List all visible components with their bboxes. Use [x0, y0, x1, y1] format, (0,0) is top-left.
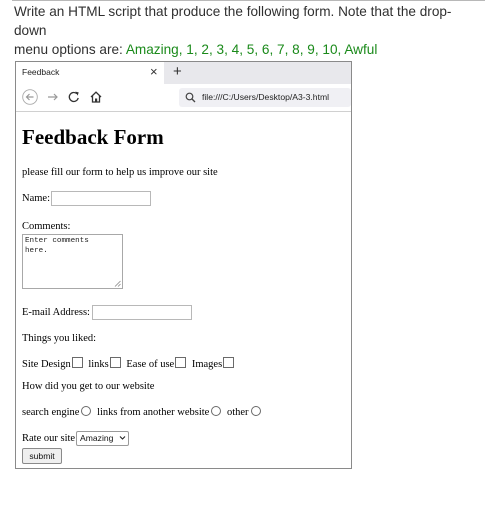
tab-bar: Feedback × + [16, 62, 351, 84]
comments-label: Comments: [22, 221, 71, 232]
rate-label: Rate our site: [22, 433, 78, 444]
top-divider [12, 0, 485, 1]
option-10: 10 [322, 42, 338, 57]
email-input[interactable] [92, 305, 192, 320]
option-amazing: Amazing [125, 42, 179, 57]
intro-text: please fill our form to help us improve … [22, 167, 218, 178]
liked-ease-of-use-label: Ease of use [126, 359, 175, 370]
page-title: Feedback Form [22, 125, 164, 149]
rate-select[interactable]: Amazing [76, 431, 129, 446]
ease-of-use-checkbox[interactable] [175, 357, 187, 368]
reload-icon[interactable] [66, 89, 82, 105]
email-label: E-mail Address: [22, 307, 90, 318]
liked-site-design-label: Site Design [22, 359, 71, 370]
option-3: 3 [216, 42, 225, 57]
links-checkbox[interactable] [109, 357, 121, 368]
site-design-checkbox[interactable] [71, 357, 83, 368]
page-content: Feedback Form please fill our form to he… [16, 112, 351, 468]
liked-links-label: links [88, 359, 109, 370]
new-tab-icon[interactable]: + [173, 63, 182, 81]
option-7: 7 [277, 42, 285, 57]
option-list: Amazing, 1, 2, 3, 4, 5, 6, 7, 8, 9, 10, … [125, 42, 378, 57]
option-awful: Awful [344, 42, 378, 57]
navigation-bar: file:///C:/Users/Desktop/A3-3.html [16, 84, 351, 112]
option-5: 5 [246, 42, 255, 57]
back-icon[interactable] [22, 89, 38, 105]
chevron-down-icon [119, 436, 126, 440]
option-9: 9 [307, 42, 315, 57]
links-radio[interactable] [211, 406, 222, 416]
how-search-engine-label: search engine [22, 407, 80, 418]
liked-label: Things you liked: [22, 333, 97, 344]
how-other-label: other [226, 407, 249, 418]
name-label: Name: [22, 193, 50, 204]
search-engine-radio[interactable] [81, 406, 92, 416]
home-icon[interactable] [88, 89, 104, 105]
comments-text: Enter comments here. [25, 237, 89, 255]
other-radio[interactable] [250, 406, 261, 416]
instruction-line-2: menu options are: Amazing, 1, 2, 3, 4, 5… [14, 40, 479, 59]
rate-value: Amazing [80, 433, 114, 443]
option-1: 1 [186, 42, 194, 57]
images-checkbox[interactable] [223, 357, 235, 368]
instruction-line-1: Write an HTML script that produce the fo… [14, 4, 452, 38]
name-input[interactable] [51, 191, 151, 206]
option-4: 4 [231, 42, 240, 57]
instruction-prefix: menu options are: [14, 42, 126, 57]
option-2: 2 [201, 42, 209, 57]
how-label: How did you get to our website [22, 381, 155, 392]
instruction-text: Write an HTML script that produce the fo… [14, 2, 479, 59]
how-options: search engine links from another website… [22, 406, 264, 418]
tab-feedback[interactable]: Feedback × [16, 62, 164, 84]
option-8: 8 [292, 42, 300, 57]
how-links-label: links from another website [97, 407, 210, 418]
forward-icon[interactable] [45, 89, 61, 105]
url-text: file:///C:/Users/Desktop/A3-3.html [202, 92, 330, 102]
submit-button[interactable]: submit [22, 448, 62, 464]
liked-options: Site Design links Ease of use Images [22, 357, 237, 370]
address-bar[interactable]: file:///C:/Users/Desktop/A3-3.html [179, 88, 351, 107]
liked-images-label: Images [191, 359, 223, 370]
option-6: 6 [261, 42, 270, 57]
browser-window: Feedback × + file:///C:/Users/Desktop/A3… [15, 61, 352, 469]
tab-title: Feedback [22, 67, 60, 77]
comments-textarea[interactable]: Enter comments here. [22, 234, 123, 289]
resize-grip-icon[interactable] [114, 280, 121, 287]
close-tab-icon[interactable]: × [150, 64, 158, 80]
search-icon [185, 92, 196, 103]
